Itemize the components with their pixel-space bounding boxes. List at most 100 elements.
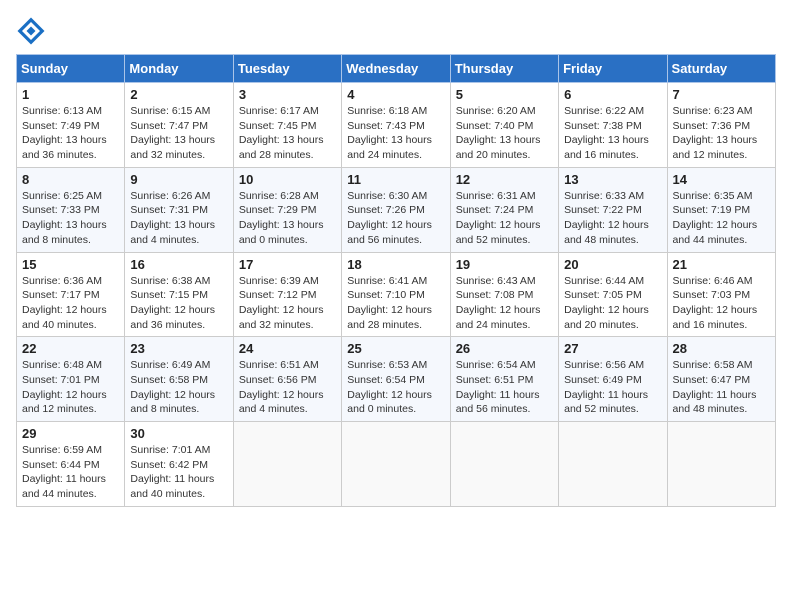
logo-icon	[16, 16, 46, 46]
day-number: 16	[130, 257, 227, 272]
calendar-cell: 16 Sunrise: 6:38 AM Sunset: 7:15 PM Dayli…	[125, 252, 233, 337]
day-number: 10	[239, 172, 336, 187]
calendar-cell: 3 Sunrise: 6:17 AM Sunset: 7:45 PM Daylig…	[233, 83, 341, 168]
day-info: Sunrise: 6:51 AM Sunset: 6:56 PM Dayligh…	[239, 358, 336, 417]
weekday-header-saturday: Saturday	[667, 55, 775, 83]
day-number: 12	[456, 172, 553, 187]
calendar-week-2: 8 Sunrise: 6:25 AM Sunset: 7:33 PM Daylig…	[17, 167, 776, 252]
day-info: Sunrise: 6:49 AM Sunset: 6:58 PM Dayligh…	[130, 358, 227, 417]
weekday-header-tuesday: Tuesday	[233, 55, 341, 83]
calendar-cell: 2 Sunrise: 6:15 AM Sunset: 7:47 PM Daylig…	[125, 83, 233, 168]
day-number: 14	[673, 172, 770, 187]
calendar-cell: 28 Sunrise: 6:58 AM Sunset: 6:47 PM Dayli…	[667, 337, 775, 422]
day-number: 30	[130, 426, 227, 441]
day-number: 27	[564, 341, 661, 356]
day-number: 26	[456, 341, 553, 356]
day-number: 3	[239, 87, 336, 102]
day-info: Sunrise: 6:35 AM Sunset: 7:19 PM Dayligh…	[673, 189, 770, 248]
calendar-cell: 5 Sunrise: 6:20 AM Sunset: 7:40 PM Daylig…	[450, 83, 558, 168]
calendar-cell	[342, 422, 450, 507]
calendar-cell: 11Sunrise: 6:30 AM Sunset: 7:26 PM Dayli…	[342, 167, 450, 252]
day-number: 28	[673, 341, 770, 356]
calendar-week-3: 15 Sunrise: 6:36 AM Sunset: 7:17 PM Dayli…	[17, 252, 776, 337]
day-info: Sunrise: 6:39 AM Sunset: 7:12 PM Dayligh…	[239, 274, 336, 333]
calendar-cell: 13Sunrise: 6:33 AM Sunset: 7:22 PM Dayli…	[559, 167, 667, 252]
day-info: Sunrise: 6:31 AM Sunset: 7:24 PM Dayligh…	[456, 189, 553, 248]
calendar-cell: 24Sunrise: 6:51 AM Sunset: 6:56 PM Dayli…	[233, 337, 341, 422]
calendar-cell: 15 Sunrise: 6:36 AM Sunset: 7:17 PM Dayli…	[17, 252, 125, 337]
day-info: Sunrise: 6:23 AM Sunset: 7:36 PM Dayligh…	[673, 104, 770, 163]
day-info: Sunrise: 6:46 AM Sunset: 7:03 PM Dayligh…	[673, 274, 770, 333]
day-info: Sunrise: 6:28 AM Sunset: 7:29 PM Dayligh…	[239, 189, 336, 248]
calendar-cell	[667, 422, 775, 507]
calendar-cell: 30 Sunrise: 7:01 AM Sunset: 6:42 PM Dayli…	[125, 422, 233, 507]
day-number: 1	[22, 87, 119, 102]
calendar-cell: 21 Sunrise: 6:46 AM Sunset: 7:03 PM Dayli…	[667, 252, 775, 337]
day-info: Sunrise: 6:36 AM Sunset: 7:17 PM Dayligh…	[22, 274, 119, 333]
calendar-cell: 12 Sunrise: 6:31 AM Sunset: 7:24 PM Dayli…	[450, 167, 558, 252]
weekday-header-wednesday: Wednesday	[342, 55, 450, 83]
calendar-cell: 19 Sunrise: 6:43 AM Sunset: 7:08 PM Dayli…	[450, 252, 558, 337]
day-number: 6	[564, 87, 661, 102]
day-info: Sunrise: 6:41 AM Sunset: 7:10 PM Dayligh…	[347, 274, 444, 333]
day-number: 20	[564, 257, 661, 272]
day-number: 22	[22, 341, 119, 356]
weekday-header-thursday: Thursday	[450, 55, 558, 83]
calendar-week-4: 22 Sunrise: 6:48 AM Sunset: 7:01 PM Dayli…	[17, 337, 776, 422]
weekday-header-friday: Friday	[559, 55, 667, 83]
calendar-cell	[559, 422, 667, 507]
calendar-cell: 25 Sunrise: 6:53 AM Sunset: 6:54 PM Dayli…	[342, 337, 450, 422]
day-number: 18	[347, 257, 444, 272]
day-number: 17	[239, 257, 336, 272]
day-info: Sunrise: 6:58 AM Sunset: 6:47 PM Dayligh…	[673, 358, 770, 417]
day-info: Sunrise: 6:56 AM Sunset: 6:49 PM Dayligh…	[564, 358, 661, 417]
calendar: SundayMondayTuesdayWednesdayThursdayFrid…	[16, 54, 776, 507]
calendar-cell: 7 Sunrise: 6:23 AM Sunset: 7:36 PM Daylig…	[667, 83, 775, 168]
calendar-cell: 20 Sunrise: 6:44 AM Sunset: 7:05 PM Dayli…	[559, 252, 667, 337]
day-info: Sunrise: 6:43 AM Sunset: 7:08 PM Dayligh…	[456, 274, 553, 333]
calendar-cell: 4 Sunrise: 6:18 AM Sunset: 7:43 PM Daylig…	[342, 83, 450, 168]
day-number: 7	[673, 87, 770, 102]
weekday-header-row: SundayMondayTuesdayWednesdayThursdayFrid…	[17, 55, 776, 83]
day-info: Sunrise: 6:59 AM Sunset: 6:44 PM Dayligh…	[22, 443, 119, 502]
calendar-cell: 23Sunrise: 6:49 AM Sunset: 6:58 PM Dayli…	[125, 337, 233, 422]
day-info: Sunrise: 6:38 AM Sunset: 7:15 PM Dayligh…	[130, 274, 227, 333]
calendar-week-1: 1 Sunrise: 6:13 AM Sunset: 7:49 PM Daylig…	[17, 83, 776, 168]
day-number: 25	[347, 341, 444, 356]
day-info: Sunrise: 6:44 AM Sunset: 7:05 PM Dayligh…	[564, 274, 661, 333]
day-number: 5	[456, 87, 553, 102]
logo	[16, 16, 50, 46]
calendar-cell: 10 Sunrise: 6:28 AM Sunset: 7:29 PM Dayli…	[233, 167, 341, 252]
day-info: Sunrise: 6:18 AM Sunset: 7:43 PM Dayligh…	[347, 104, 444, 163]
weekday-header-monday: Monday	[125, 55, 233, 83]
calendar-cell: 22 Sunrise: 6:48 AM Sunset: 7:01 PM Dayli…	[17, 337, 125, 422]
day-info: Sunrise: 6:54 AM Sunset: 6:51 PM Dayligh…	[456, 358, 553, 417]
day-number: 4	[347, 87, 444, 102]
day-number: 29	[22, 426, 119, 441]
calendar-cell: 8 Sunrise: 6:25 AM Sunset: 7:33 PM Daylig…	[17, 167, 125, 252]
day-number: 8	[22, 172, 119, 187]
day-info: Sunrise: 6:13 AM Sunset: 7:49 PM Dayligh…	[22, 104, 119, 163]
day-info: Sunrise: 6:17 AM Sunset: 7:45 PM Dayligh…	[239, 104, 336, 163]
day-number: 9	[130, 172, 227, 187]
calendar-cell: 6Sunrise: 6:22 AM Sunset: 7:38 PM Daylig…	[559, 83, 667, 168]
day-number: 15	[22, 257, 119, 272]
day-info: Sunrise: 7:01 AM Sunset: 6:42 PM Dayligh…	[130, 443, 227, 502]
day-info: Sunrise: 6:53 AM Sunset: 6:54 PM Dayligh…	[347, 358, 444, 417]
day-number: 21	[673, 257, 770, 272]
calendar-cell: 26 Sunrise: 6:54 AM Sunset: 6:51 PM Dayli…	[450, 337, 558, 422]
day-info: Sunrise: 6:15 AM Sunset: 7:47 PM Dayligh…	[130, 104, 227, 163]
day-number: 13	[564, 172, 661, 187]
calendar-cell: 17 Sunrise: 6:39 AM Sunset: 7:12 PM Dayli…	[233, 252, 341, 337]
day-number: 2	[130, 87, 227, 102]
calendar-cell: 29 Sunrise: 6:59 AM Sunset: 6:44 PM Dayli…	[17, 422, 125, 507]
day-info: Sunrise: 6:48 AM Sunset: 7:01 PM Dayligh…	[22, 358, 119, 417]
day-info: Sunrise: 6:26 AM Sunset: 7:31 PM Dayligh…	[130, 189, 227, 248]
calendar-cell: 1 Sunrise: 6:13 AM Sunset: 7:49 PM Daylig…	[17, 83, 125, 168]
day-number: 19	[456, 257, 553, 272]
calendar-cell: 14 Sunrise: 6:35 AM Sunset: 7:19 PM Dayli…	[667, 167, 775, 252]
weekday-header-sunday: Sunday	[17, 55, 125, 83]
day-info: Sunrise: 6:25 AM Sunset: 7:33 PM Dayligh…	[22, 189, 119, 248]
day-info: Sunrise: 6:20 AM Sunset: 7:40 PM Dayligh…	[456, 104, 553, 163]
day-number: 11	[347, 172, 444, 187]
